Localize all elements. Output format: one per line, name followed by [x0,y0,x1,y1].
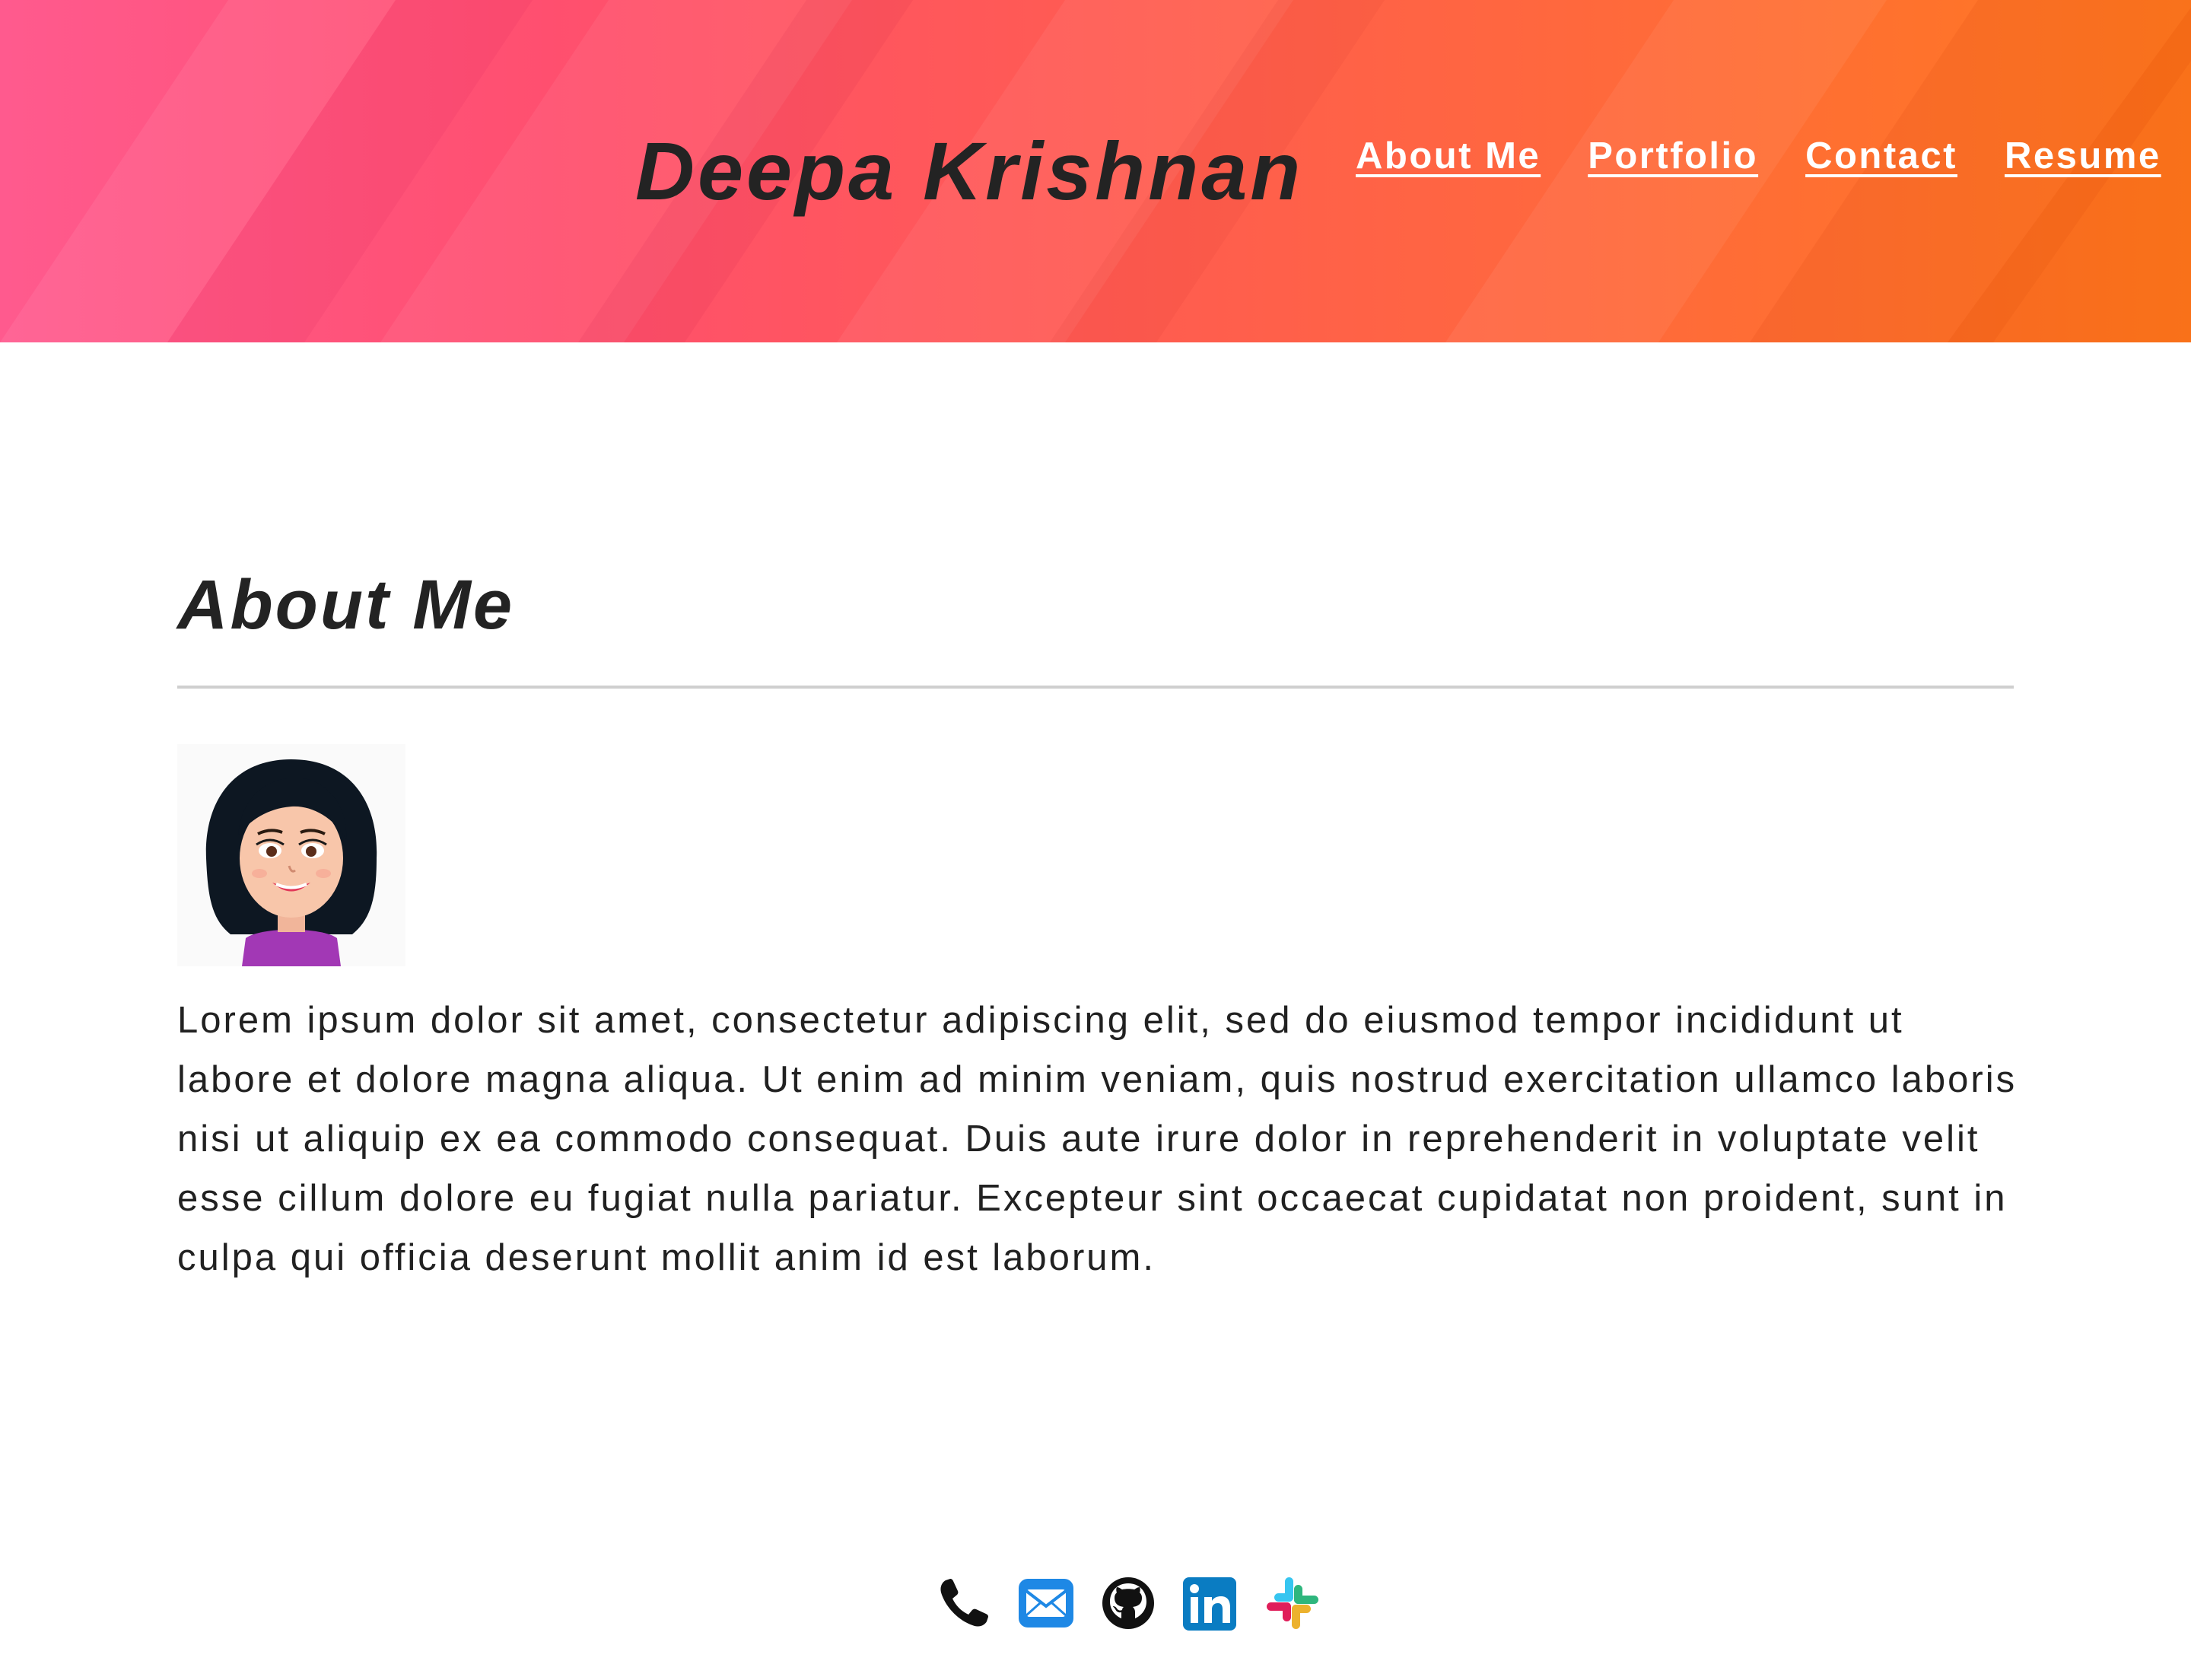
nav-link-contact[interactable]: Contact [1805,135,1957,177]
email-icon[interactable] [1016,1573,1076,1634]
main-nav: About Me Portfolio Contact Resume [1356,131,2161,181]
section-title-about-me: About Me [177,566,515,644]
footer-social-links [933,1570,1323,1636]
github-icon[interactable] [1098,1573,1159,1634]
site-title: Deepa Krishnan [635,125,1304,217]
about-bio-text: Lorem ipsum dolor sit amet, consectetur … [177,1000,2018,1278]
site-header: Deepa Krishnan About Me Portfolio Contac… [0,0,2191,342]
cartoon-woman-avatar-icon [205,759,377,966]
phone-icon[interactable] [933,1573,994,1634]
linkedin-icon[interactable] [1180,1573,1241,1634]
slack-icon[interactable] [1262,1573,1323,1634]
profile-avatar [177,744,405,966]
nav-link-portfolio[interactable]: Portfolio [1588,135,1758,177]
section-divider [177,686,2014,689]
nav-link-resume[interactable]: Resume [2005,135,2161,177]
nav-link-about-me[interactable]: About Me [1356,135,1541,177]
